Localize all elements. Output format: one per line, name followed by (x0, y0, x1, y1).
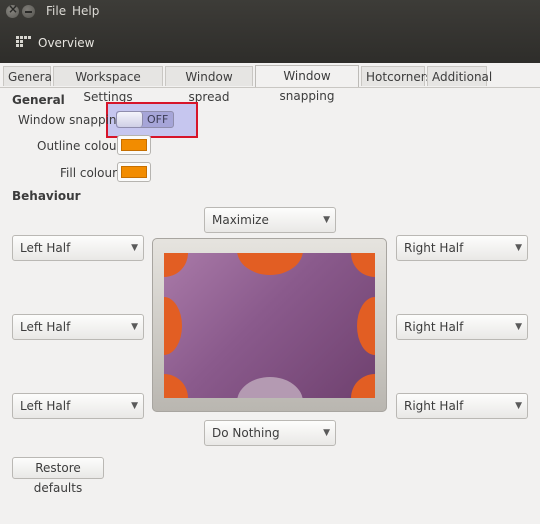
outline-colour-button[interactable] (117, 135, 151, 155)
tab-window-spread[interactable]: Window spread (165, 66, 253, 104)
overview-grid-icon[interactable] (16, 36, 32, 48)
top-action-value: Maximize (212, 213, 269, 227)
chevron-down-icon: ▼ (131, 322, 138, 332)
monitor-preview (152, 238, 387, 412)
right-bottom-value: Right Half (404, 399, 464, 413)
left-top-value: Left Half (20, 241, 71, 255)
restore-defaults-button[interactable]: Restore defaults (12, 457, 104, 495)
bottom-action-combo[interactable]: Do Nothing ▼ (204, 420, 336, 446)
edge-bottom[interactable] (237, 377, 303, 398)
left-bottom-combo[interactable]: Left Half ▼ (12, 393, 144, 419)
tab-window-snapping[interactable]: Window snapping (255, 65, 359, 103)
outline-colour-label: Outline colour: (37, 139, 126, 153)
tab-general[interactable]: General (3, 66, 55, 86)
toggle-knob[interactable] (117, 112, 143, 127)
chevron-down-icon: ▼ (515, 322, 522, 332)
fill-colour-label: Fill colour: (60, 166, 121, 180)
chevron-down-icon: ▼ (515, 401, 522, 411)
outline-colour-swatch (121, 139, 147, 151)
general-heading: General (12, 93, 65, 107)
corner-bottom-left[interactable] (164, 374, 188, 398)
tab-additional[interactable]: Additional (427, 66, 492, 86)
right-top-combo[interactable]: Right Half ▼ (396, 235, 528, 261)
edge-top[interactable] (237, 253, 303, 275)
right-middle-value: Right Half (404, 320, 464, 334)
corner-bottom-right[interactable] (351, 374, 375, 398)
bottom-action-value: Do Nothing (212, 426, 280, 440)
top-action-combo[interactable]: Maximize ▼ (204, 207, 336, 233)
tab-bar: General Workspace Settings Window spread… (0, 65, 540, 104)
fill-colour-swatch (121, 166, 147, 178)
toggle-state-label: OFF (147, 113, 169, 126)
corner-top-left[interactable] (164, 253, 188, 277)
chevron-down-icon: ▼ (323, 215, 330, 225)
edge-left[interactable] (164, 297, 182, 355)
fill-colour-button[interactable] (117, 162, 151, 182)
chevron-down-icon: ▼ (515, 243, 522, 253)
right-bottom-combo[interactable]: Right Half ▼ (396, 393, 528, 419)
right-middle-combo[interactable]: Right Half ▼ (396, 314, 528, 340)
menu-help[interactable]: Help (72, 4, 99, 18)
window-snapping-toggle[interactable]: OFF (116, 111, 174, 128)
edge-right[interactable] (357, 297, 375, 355)
overview-button[interactable]: Overview (38, 36, 95, 50)
right-top-value: Right Half (404, 241, 464, 255)
window-snapping-label: Window snapping: (18, 113, 129, 127)
chevron-down-icon: ▼ (131, 243, 138, 253)
left-middle-value: Left Half (20, 320, 71, 334)
chevron-down-icon: ▼ (323, 428, 330, 438)
tab-workspace-settings[interactable]: Workspace Settings (53, 66, 163, 104)
screen-preview (164, 253, 375, 398)
chevron-down-icon: ▼ (131, 401, 138, 411)
close-window-button[interactable] (6, 2, 19, 18)
tab-hotcorners[interactable]: Hotcorners (361, 66, 432, 86)
corner-top-right[interactable] (351, 253, 375, 277)
behaviour-heading: Behaviour (12, 189, 81, 203)
minimize-window-button[interactable] (22, 5, 35, 18)
menu-file[interactable]: File (46, 4, 66, 18)
left-bottom-value: Left Half (20, 399, 71, 413)
left-top-combo[interactable]: Left Half ▼ (12, 235, 144, 261)
left-middle-combo[interactable]: Left Half ▼ (12, 314, 144, 340)
